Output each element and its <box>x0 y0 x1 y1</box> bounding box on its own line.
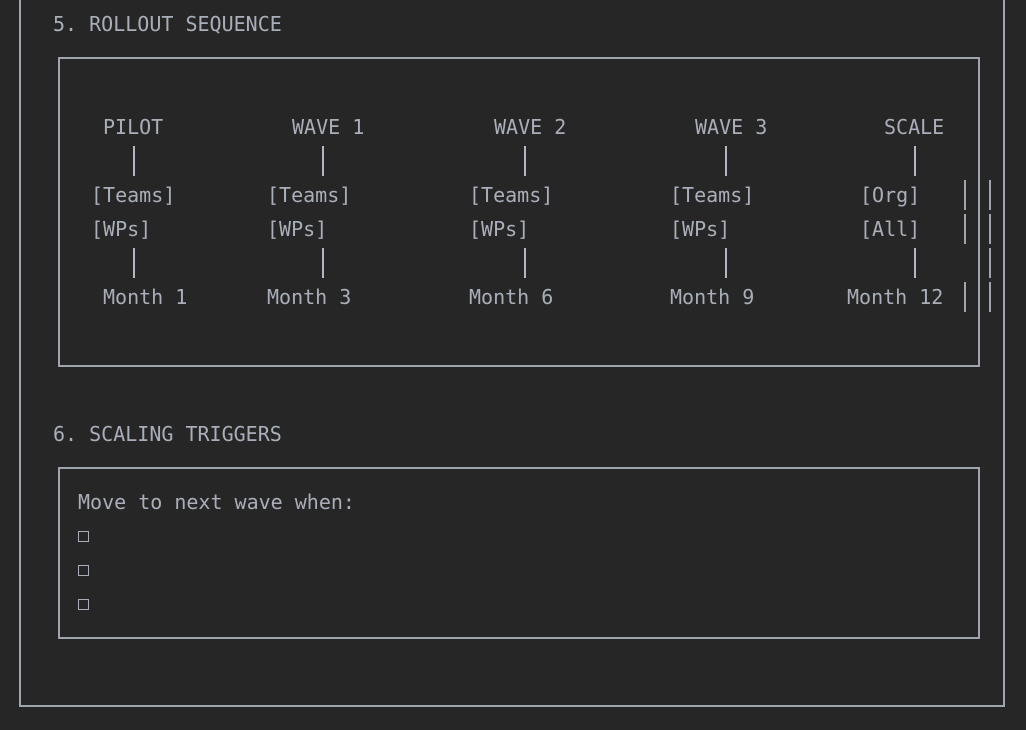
phase-scope: [Teams] <box>267 183 352 207</box>
phase-connector <box>322 146 324 176</box>
criterion-checkbox-3[interactable] <box>78 599 89 610</box>
phase-work: [WPs] <box>267 217 328 241</box>
phase-connector <box>524 248 526 278</box>
phase-name: WAVE 1 <box>292 115 365 139</box>
phase-connector <box>914 146 916 176</box>
section-heading-rollout: 5. ROLLOUT SEQUENCE <box>53 12 282 36</box>
artifact-bar <box>964 282 966 312</box>
criterion-checkbox-2[interactable] <box>78 565 89 576</box>
phase-timing: Month 1 <box>103 285 188 309</box>
phase-work: [WPs] <box>670 217 731 241</box>
phase-connector <box>524 146 526 176</box>
outer-frame-bottom <box>19 705 1005 707</box>
phase-work: [WPs] <box>469 217 530 241</box>
rollout-sequence-box <box>58 57 980 367</box>
section-heading-triggers: 6. SCALING TRIGGERS <box>53 422 282 446</box>
phase-connector <box>725 248 727 278</box>
phase-name: PILOT <box>103 115 164 139</box>
artifact-bar <box>989 180 991 210</box>
outer-frame-left <box>19 0 21 707</box>
phase-work: [WPs] <box>91 217 152 241</box>
phase-timing: Month 12 <box>847 285 944 309</box>
phase-scope: [Teams] <box>469 183 554 207</box>
artifact-bar <box>989 248 991 278</box>
phase-scope: [Teams] <box>91 183 176 207</box>
phase-name: SCALE <box>884 115 945 139</box>
phase-scope: [Teams] <box>670 183 755 207</box>
phase-name: WAVE 2 <box>494 115 567 139</box>
artifact-bar <box>964 214 966 244</box>
phase-connector <box>725 146 727 176</box>
phase-connector <box>133 248 135 278</box>
phase-connector <box>322 248 324 278</box>
triggers-intro: Move to next wave when: <box>78 490 355 514</box>
phase-connector <box>133 146 135 176</box>
phase-work: [All] <box>860 217 921 241</box>
phase-connector <box>914 248 916 278</box>
artifact-bar <box>964 180 966 210</box>
phase-timing: Month 6 <box>469 285 554 309</box>
artifact-bar <box>989 282 991 312</box>
criterion-checkbox-1[interactable] <box>78 531 89 542</box>
phase-name: WAVE 3 <box>695 115 768 139</box>
phase-timing: Month 3 <box>267 285 352 309</box>
outer-frame-right <box>1003 0 1005 707</box>
phase-timing: Month 9 <box>670 285 755 309</box>
phase-scope: [Org] <box>860 183 921 207</box>
artifact-bar <box>989 214 991 244</box>
